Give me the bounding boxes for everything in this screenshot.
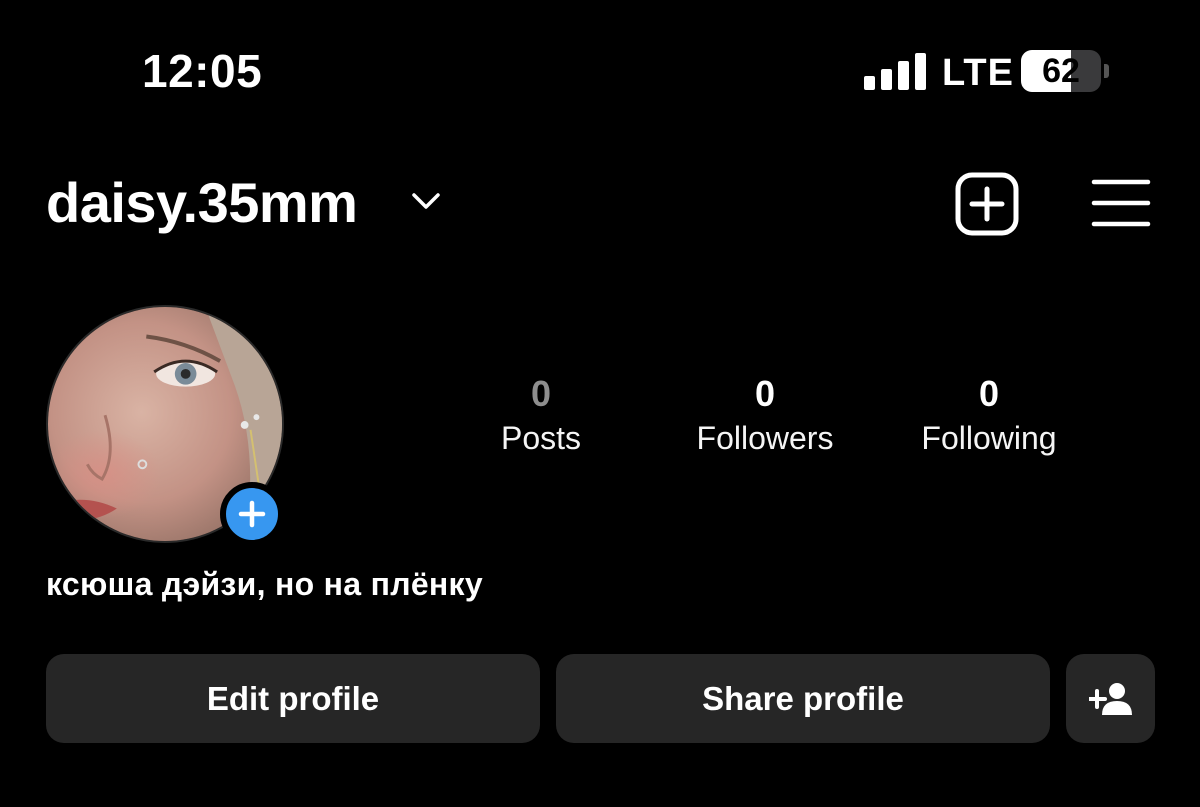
- posts-count: 0: [530, 373, 552, 414]
- stat-following[interactable]: 0 Following: [879, 372, 1099, 460]
- create-post-icon[interactable]: [955, 172, 1019, 236]
- share-profile-button[interactable]: Share profile: [556, 654, 1050, 743]
- username-switcher[interactable]: daisy.35mm: [46, 170, 358, 235]
- battery-cap: [1104, 64, 1109, 78]
- stat-followers[interactable]: 0 Followers: [655, 372, 875, 460]
- stat-posts[interactable]: 0 Posts: [431, 372, 651, 460]
- plus-icon: [238, 500, 266, 528]
- posts-label: Posts: [500, 420, 582, 456]
- edit-profile-label: Edit profile: [206, 679, 380, 717]
- profile-bio: ксюша дэйзи, но на плёнку: [46, 566, 483, 602]
- network-type: LTE: [942, 52, 1014, 94]
- profile-screen: 12:05 LTE 62 daisy.35mm 0 Posts 0 Follow…: [0, 0, 1200, 807]
- add-story-button[interactable]: [220, 482, 284, 546]
- chevron-down-icon[interactable]: [410, 190, 442, 212]
- battery-icon: 62: [1021, 50, 1101, 92]
- share-profile-label: Share profile: [702, 679, 904, 717]
- following-count: 0: [978, 373, 1000, 414]
- followers-count: 0: [754, 373, 776, 414]
- discover-people-button[interactable]: [1066, 654, 1155, 743]
- followers-label: Followers: [696, 420, 834, 456]
- battery-level: 62: [1042, 52, 1080, 90]
- status-time: 12:05: [142, 45, 263, 97]
- signal-strength-icon: [864, 52, 926, 90]
- edit-profile-button[interactable]: Edit profile: [46, 654, 540, 743]
- menu-icon[interactable]: [1091, 178, 1151, 228]
- following-label: Following: [921, 420, 1057, 456]
- add-person-icon: [1088, 682, 1132, 715]
